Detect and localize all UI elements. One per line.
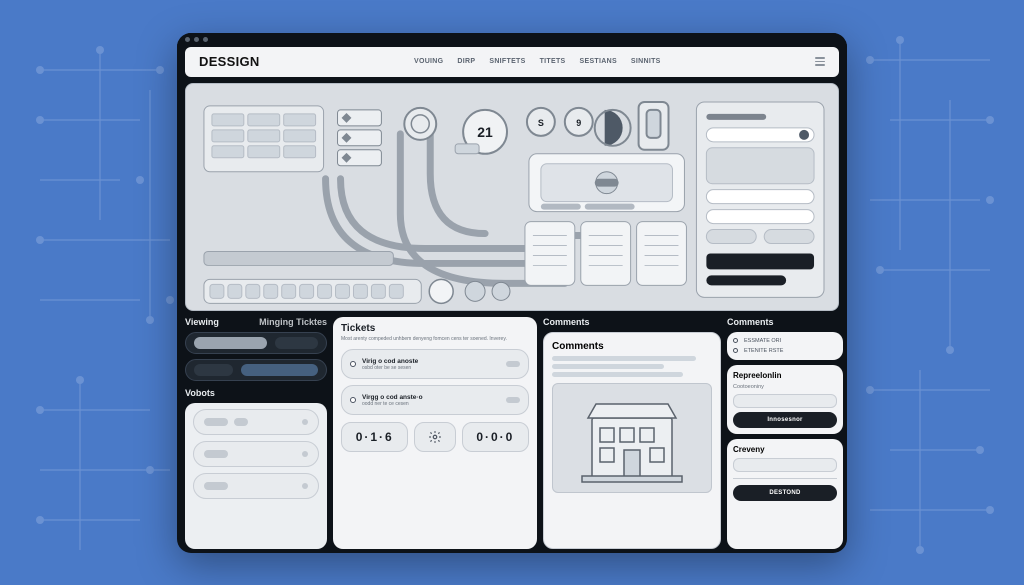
ticket-title: Virgg o cod anste·o bbox=[362, 394, 500, 401]
submit-button[interactable]: Innosesnor bbox=[733, 412, 837, 428]
ticket-subtitle: osbd oter be se sesen bbox=[362, 365, 500, 371]
list-item[interactable] bbox=[193, 409, 319, 435]
comments-card: Comments bbox=[543, 332, 721, 549]
section-label-right: Comments bbox=[727, 317, 774, 327]
lower-col-viewing: Viewing Minging Ticktes Vobots bbox=[185, 317, 327, 549]
nav-item[interactable]: DIRP bbox=[457, 58, 475, 65]
text-input[interactable] bbox=[733, 458, 837, 472]
app-window: DESSIGN VOUING DIRP SNIFTETS TITETS SEST… bbox=[177, 33, 847, 553]
nav-item[interactable]: SINNITS bbox=[631, 58, 661, 65]
nav-item[interactable]: SNIFTETS bbox=[489, 58, 525, 65]
app-header: DESSIGN VOUING DIRP SNIFTETS TITETS SEST… bbox=[185, 47, 839, 77]
app-logo: DESSIGN bbox=[199, 54, 260, 69]
dashboard-panel: 21 S 9 bbox=[185, 83, 839, 311]
form-subtitle: Cootoeoniny bbox=[733, 384, 837, 390]
ticket-tag bbox=[506, 397, 520, 403]
nav-item[interactable]: VOUING bbox=[414, 58, 443, 65]
section-label-managing: Minging Ticktes bbox=[259, 317, 327, 327]
nav-item[interactable]: TITETS bbox=[540, 58, 566, 65]
list-item[interactable] bbox=[193, 441, 319, 467]
window-control-dot[interactable] bbox=[185, 37, 190, 42]
option-label: ETENITE RSTE bbox=[744, 348, 783, 354]
window-control-dot[interactable] bbox=[194, 37, 199, 42]
building-illustration bbox=[552, 383, 712, 493]
gauge-value: 21 bbox=[477, 123, 493, 139]
dashboard-diagram: 21 S 9 bbox=[186, 84, 838, 311]
form-card: Repreelonlin Cootoeoniny Innosesnor bbox=[727, 365, 843, 434]
nav-item[interactable]: SESTIANS bbox=[580, 58, 617, 65]
window-control-dot[interactable] bbox=[203, 37, 208, 42]
svg-text:9: 9 bbox=[576, 117, 581, 127]
form-title: Repreelonlin bbox=[733, 371, 837, 380]
main-nav: VOUING DIRP SNIFTETS TITETS SESTIANS SIN… bbox=[284, 58, 791, 65]
handle-icon bbox=[350, 361, 356, 367]
section-label-vobots: Vobots bbox=[185, 388, 215, 398]
list-item[interactable] bbox=[193, 473, 319, 499]
form-title: Creveny bbox=[733, 445, 837, 454]
menu-icon[interactable] bbox=[815, 57, 825, 66]
handle-icon bbox=[350, 397, 356, 403]
ticket-subtitle: oodd ner te ce cesen bbox=[362, 401, 500, 407]
svg-text:S: S bbox=[538, 117, 544, 127]
comments-title: Comments bbox=[552, 341, 712, 352]
gear-icon[interactable] bbox=[414, 422, 455, 452]
section-label-comments: Comments bbox=[543, 317, 590, 327]
option-label: ESSMATE ORI bbox=[744, 338, 781, 344]
option-row[interactable]: ESSMATE ORI bbox=[733, 338, 837, 344]
window-titlebar bbox=[177, 33, 847, 47]
form-card: Creveny DESTOND bbox=[727, 439, 843, 549]
text-input[interactable] bbox=[733, 394, 837, 408]
ticket-tag bbox=[506, 361, 520, 367]
tickets-title: Tickets bbox=[333, 317, 537, 336]
filter-pill[interactable] bbox=[185, 359, 327, 381]
radio-icon bbox=[733, 348, 738, 353]
ticket-row[interactable]: Virig o cod anosteosbd oter be se sesen bbox=[341, 349, 529, 379]
stat-counter: 0·1·6 bbox=[341, 422, 408, 452]
lower-col-comments: Comments Comments bbox=[543, 317, 721, 549]
filter-pill[interactable] bbox=[185, 332, 327, 354]
stat-counter: 0·0·0 bbox=[462, 422, 529, 452]
options-card: ESSMATE ORI ETENITE RSTE bbox=[727, 332, 843, 360]
tickets-subtitle: Most arenty compeded unhbem denyeng fomc… bbox=[333, 336, 537, 347]
lower-col-right: Comments ESSMATE ORI ETENITE RSTE Repree… bbox=[727, 317, 843, 549]
ticket-title: Virig o cod anoste bbox=[362, 358, 500, 365]
lower-col-tickets: Tickets Most arenty compeded unhbem deny… bbox=[333, 317, 537, 549]
ticket-row[interactable]: Virgg o cod anste·ooodd ner te ce cesen bbox=[341, 385, 529, 415]
radio-icon bbox=[733, 338, 738, 343]
section-label-viewing: Viewing bbox=[185, 317, 219, 327]
option-row[interactable]: ETENITE RSTE bbox=[733, 348, 837, 354]
action-button[interactable]: DESTOND bbox=[733, 485, 837, 501]
